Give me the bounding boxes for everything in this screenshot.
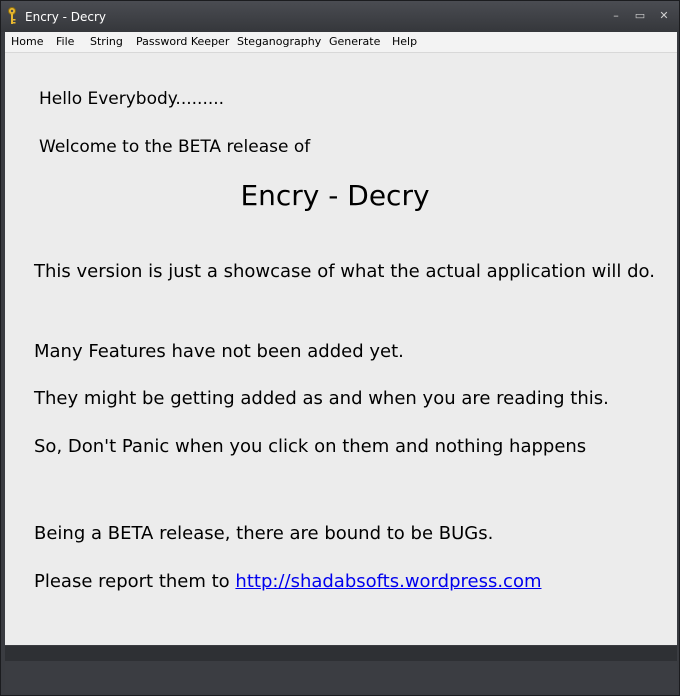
bottom-frame <box>5 661 677 693</box>
minimize-button[interactable]: – <box>607 8 625 24</box>
report-prefix: Please report them to <box>34 571 236 592</box>
menu-home[interactable]: Home <box>11 35 43 48</box>
features-text: Many Features have not been added yet. <box>34 341 404 362</box>
report-text: Please report them to http://shadabsofts… <box>34 571 542 592</box>
bugs-text: Being a BETA release, there are bound to… <box>34 523 494 544</box>
key-icon <box>8 7 16 24</box>
menu-help[interactable]: Help <box>392 35 417 48</box>
app-window: Encry - Decry – ▭ ✕ Home File String Pas… <box>0 0 680 696</box>
menu-steganography[interactable]: Steganography <box>237 35 321 48</box>
showcase-text: This version is just a showcase of what … <box>34 261 655 282</box>
close-button[interactable]: ✕ <box>655 8 673 24</box>
status-bar <box>5 646 677 661</box>
adding-text: They might be getting added as and when … <box>34 388 609 409</box>
welcome-text: Welcome to the BETA release of <box>39 137 311 157</box>
menu-bar: Home File String Password Keeper Stegano… <box>5 32 677 53</box>
menu-string[interactable]: String <box>90 35 123 48</box>
maximize-button[interactable]: ▭ <box>631 8 649 24</box>
menu-password-keeper[interactable]: Password Keeper <box>136 35 229 48</box>
greeting-text: Hello Everybody......... <box>39 89 225 109</box>
dont-panic-text: So, Don't Panic when you click on them a… <box>34 436 587 457</box>
website-link[interactable]: http://shadabsofts.wordpress.com <box>235 571 541 592</box>
app-name-heading: Encry - Decry <box>240 179 430 212</box>
main-content: Hello Everybody......... Welcome to the … <box>5 53 677 645</box>
window-title: Encry - Decry <box>25 10 107 24</box>
menu-generate[interactable]: Generate <box>329 35 380 48</box>
menu-file[interactable]: File <box>56 35 74 48</box>
title-bar[interactable]: Encry - Decry – ▭ ✕ <box>1 1 679 32</box>
